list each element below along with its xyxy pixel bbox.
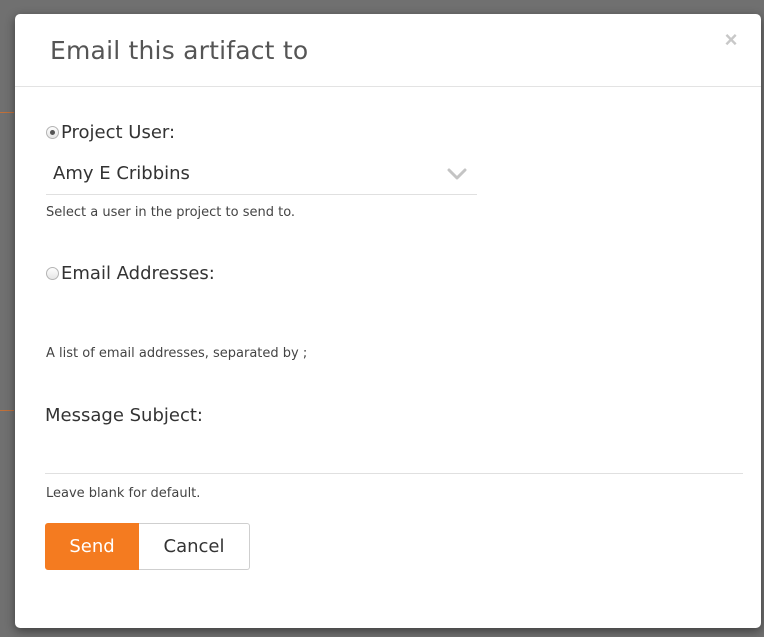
background-divider (0, 112, 14, 113)
close-icon: × (724, 27, 738, 52)
message-subject-label: Message Subject: (45, 405, 203, 426)
background-divider (0, 410, 14, 411)
close-button[interactable]: × (721, 27, 741, 52)
email-addresses-radio[interactable] (46, 267, 59, 280)
project-user-selected-value: Amy E Cribbins (53, 163, 190, 184)
message-subject-help: Leave blank for default. (46, 486, 201, 501)
send-button[interactable]: Send (45, 523, 139, 570)
project-user-radio-option[interactable]: Project User: (46, 122, 175, 143)
message-subject-input[interactable] (45, 442, 743, 474)
dialog-header: Email this artifact to × (15, 14, 761, 87)
email-artifact-dialog: Email this artifact to × Project User: A… (15, 14, 761, 628)
project-user-label: Project User: (61, 122, 176, 143)
project-user-select[interactable]: Amy E Cribbins (46, 157, 477, 195)
dialog-title: Email this artifact to (50, 36, 309, 65)
project-user-radio[interactable] (46, 126, 59, 139)
email-addresses-label: Email Addresses: (61, 263, 215, 284)
chevron-down-icon (447, 168, 467, 180)
dialog-button-group: Send Cancel (45, 523, 250, 570)
project-user-help: Select a user in the project to send to. (46, 205, 296, 220)
email-addresses-help: A list of email addresses, separated by … (46, 346, 308, 361)
email-addresses-radio-option[interactable]: Email Addresses: (46, 263, 215, 284)
cancel-button[interactable]: Cancel (139, 523, 250, 570)
